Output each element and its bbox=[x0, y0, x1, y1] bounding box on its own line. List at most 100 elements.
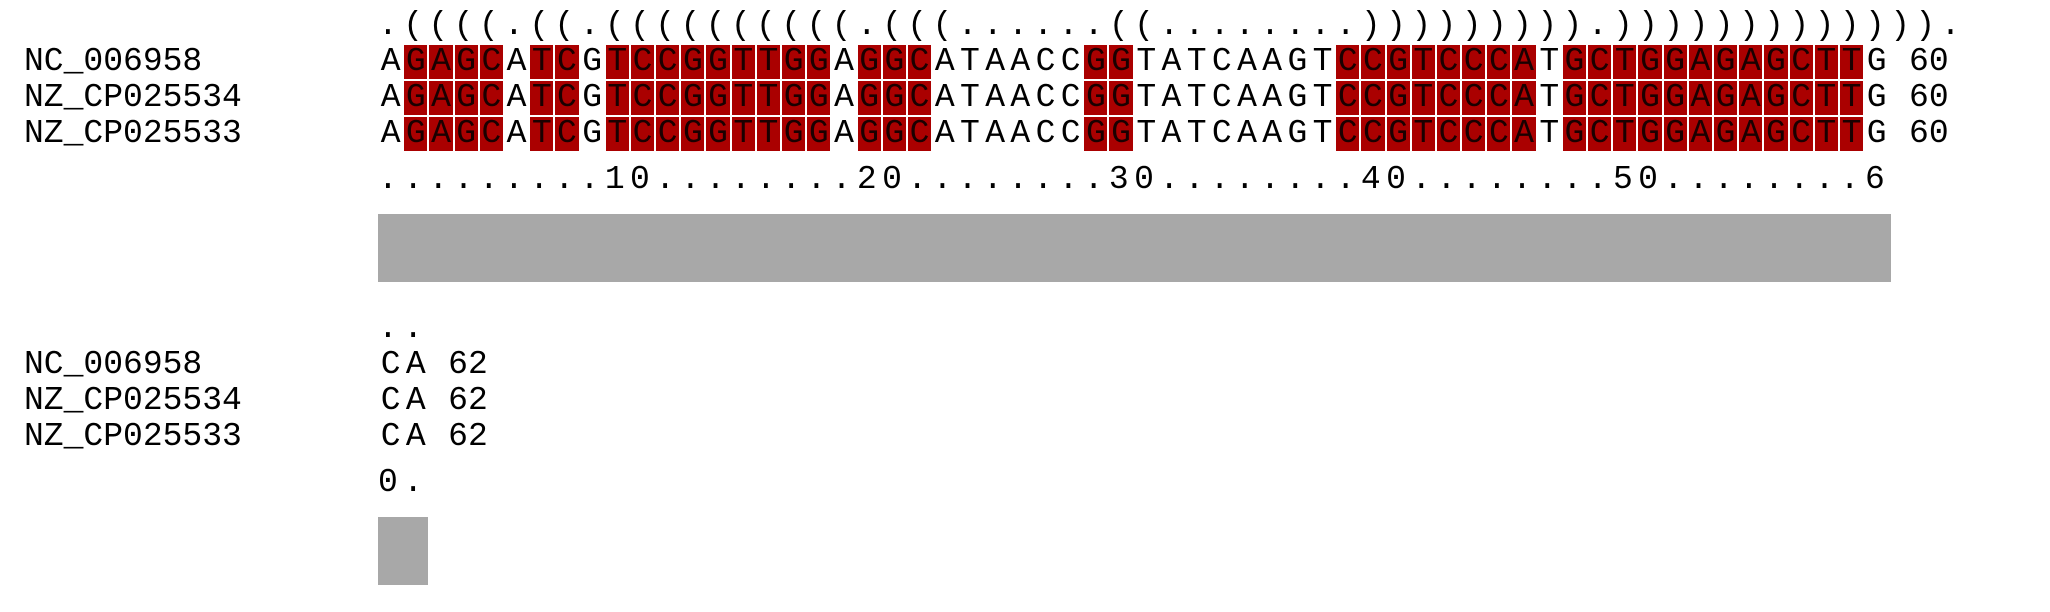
nucleotide: C bbox=[1060, 115, 1081, 152]
nucleotide: G bbox=[1561, 44, 1587, 80]
nucleotide: A bbox=[934, 115, 955, 152]
nucleotide: G bbox=[453, 116, 479, 152]
nucleotide: G bbox=[680, 44, 706, 80]
nucleotide: G bbox=[582, 79, 602, 116]
nucleotide: A bbox=[1687, 116, 1713, 152]
nucleotide: T bbox=[1612, 80, 1638, 116]
nucleotide: A bbox=[1161, 43, 1182, 80]
conservation-bar bbox=[378, 214, 1891, 282]
nucleotide: G bbox=[781, 80, 807, 116]
nucleotide: A bbox=[1511, 80, 1537, 116]
nucleotide: T bbox=[755, 44, 781, 80]
nucleotide: T bbox=[1186, 43, 1207, 80]
nucleotide: C bbox=[554, 80, 580, 116]
end-position: 60 bbox=[1889, 115, 1949, 152]
nucleotide: G bbox=[1763, 116, 1789, 152]
nucleotide: C bbox=[1788, 44, 1814, 80]
nucleotide: A bbox=[506, 79, 527, 116]
sequence-row: CA 62 bbox=[378, 419, 488, 455]
nucleotide: G bbox=[856, 44, 882, 80]
nucleotide: G bbox=[403, 80, 429, 116]
nucleotide: C bbox=[1360, 44, 1386, 80]
nucleotide: A bbox=[834, 79, 854, 116]
nucleotide: C bbox=[655, 44, 681, 80]
nucleotide: A bbox=[934, 43, 955, 80]
secondary-structure-line: .((((.((.((((((((((.(((......((........)… bbox=[378, 7, 1966, 44]
nucleotide: C bbox=[1335, 116, 1361, 152]
nucleotide: C bbox=[1060, 43, 1081, 80]
nucleotide: T bbox=[1312, 43, 1333, 80]
nucleotide: A bbox=[428, 44, 454, 80]
nucleotide: G bbox=[1083, 80, 1109, 116]
nucleotide: T bbox=[1136, 79, 1157, 116]
alignment-block: .. NC_006958 C A 62 NZ_CP025534 C A 62 NZ_CP025… bbox=[0, 311, 2050, 611]
nucleotide: T bbox=[1136, 115, 1157, 152]
nucleotide: T bbox=[1612, 44, 1638, 80]
nucleotide: A bbox=[985, 115, 1005, 152]
nucleotide: C bbox=[1211, 43, 1232, 80]
nucleotide: T bbox=[604, 80, 630, 116]
nucleotide: G bbox=[881, 44, 907, 80]
nucleotide: G bbox=[1287, 79, 1308, 116]
nucleotide: T bbox=[604, 116, 630, 152]
nucleotide: T bbox=[1838, 116, 1865, 152]
sequence-row: AGAGCATCGTCCGGTTGGAGGCATAACCGGTATCAAGTCC… bbox=[378, 116, 1949, 152]
end-position: 62 bbox=[428, 382, 488, 419]
nucleotide: T bbox=[529, 80, 555, 116]
nucleotide: G bbox=[1763, 44, 1789, 80]
end-position: 60 bbox=[1889, 79, 1949, 116]
sequence-row: AGAGCATCGTCCGGTTGGAGGCATAACCGGTATCAAGTCC… bbox=[378, 80, 1949, 116]
nucleotide: G bbox=[1662, 80, 1688, 116]
nucleotide: A bbox=[1262, 43, 1283, 80]
sequence-row: AGAGCATCGTCCGGTTGGAGGCATAACCGGTATCAAGTCC… bbox=[378, 44, 1949, 80]
position-ruler: 0. bbox=[378, 464, 429, 501]
nucleotide: G bbox=[881, 80, 907, 116]
sequence-name: NZ_CP025533 bbox=[24, 115, 242, 152]
nucleotide: A bbox=[380, 43, 401, 80]
nucleotide: A bbox=[1738, 80, 1764, 116]
nucleotide: G bbox=[453, 80, 479, 116]
nucleotide: A bbox=[1262, 115, 1283, 152]
nucleotide: A bbox=[1237, 79, 1257, 116]
nucleotide: C bbox=[1435, 44, 1462, 80]
nucleotide: G bbox=[582, 43, 602, 80]
nucleotide: G bbox=[1083, 116, 1109, 152]
nucleotide: C bbox=[1587, 44, 1613, 80]
nucleotide: A bbox=[1161, 79, 1182, 116]
nucleotide: C bbox=[1335, 80, 1361, 116]
nucleotide: T bbox=[1312, 79, 1333, 116]
nucleotide: A bbox=[1738, 44, 1764, 80]
nucleotide: G bbox=[1763, 80, 1789, 116]
nucleotide: G bbox=[1866, 43, 1887, 80]
nucleotide: G bbox=[1662, 116, 1688, 152]
nucleotide: T bbox=[960, 115, 980, 152]
nucleotide: G bbox=[705, 44, 731, 80]
nucleotide: C bbox=[1360, 80, 1386, 116]
nucleotide: G bbox=[1385, 116, 1411, 152]
nucleotide: A bbox=[1511, 116, 1537, 152]
end-position: 62 bbox=[428, 346, 488, 383]
nucleotide: T bbox=[1539, 115, 1560, 152]
nucleotide: C bbox=[1360, 116, 1386, 152]
nucleotide: T bbox=[1186, 79, 1207, 116]
nucleotide: G bbox=[680, 80, 706, 116]
nucleotide: T bbox=[1813, 80, 1839, 116]
nucleotide: G bbox=[856, 80, 882, 116]
nucleotide: G bbox=[806, 80, 832, 116]
nucleotide: C bbox=[1211, 115, 1232, 152]
nucleotide: C bbox=[1435, 116, 1462, 152]
nucleotide: G bbox=[1108, 116, 1134, 152]
nucleotide: C bbox=[380, 382, 401, 419]
nucleotide: G bbox=[705, 80, 731, 116]
nucleotide: G bbox=[1561, 80, 1587, 116]
nucleotide: A bbox=[1010, 43, 1031, 80]
nucleotide: T bbox=[755, 116, 781, 152]
sequence-row: CA 62 bbox=[378, 347, 488, 383]
end-position: 60 bbox=[1889, 43, 1949, 80]
nucleotide: T bbox=[529, 116, 555, 152]
nucleotide: T bbox=[755, 80, 781, 116]
nucleotide: T bbox=[604, 44, 630, 80]
nucleotide: C bbox=[478, 44, 504, 80]
nucleotide: C bbox=[629, 44, 656, 80]
nucleotide: A bbox=[1687, 80, 1713, 116]
